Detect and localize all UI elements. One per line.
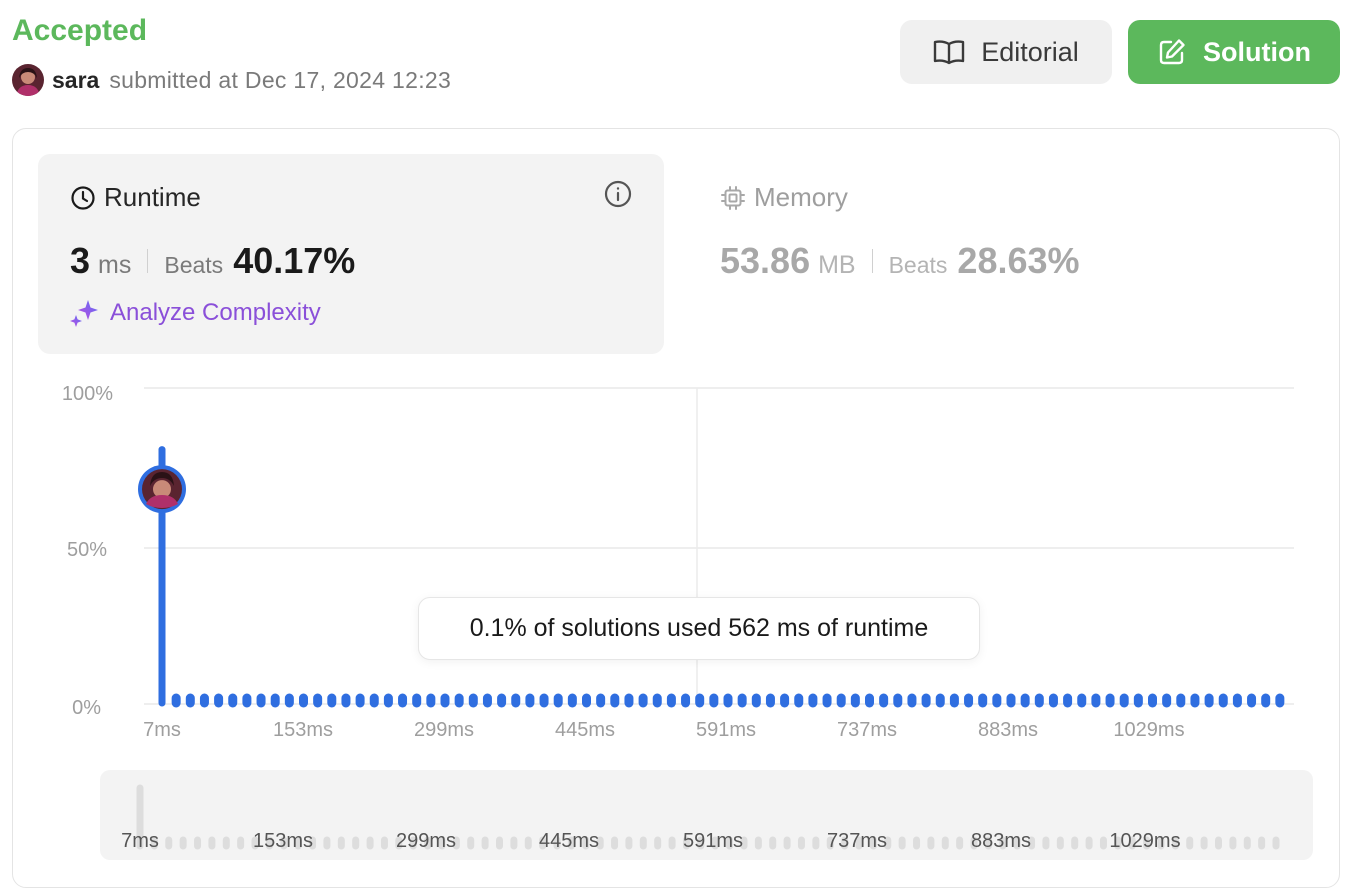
scrubber-tick-label: 883ms (971, 830, 1031, 852)
scrubber-tick-label: 1029ms (1109, 830, 1180, 852)
chart-tooltip: 0.1% of solutions used 562 ms of runtime (418, 597, 980, 660)
scrubber-tick-label: 737ms (827, 830, 887, 852)
chart-range-scrubber[interactable]: 7ms 153ms 299ms 445ms 591ms 737ms 883ms 1029ms (100, 770, 1313, 860)
y-tick-label: 100% (62, 383, 113, 405)
scrubber-tick-label: 153ms (253, 830, 313, 852)
tooltip-text: 0.1% of solutions used 562 ms of runtime (469, 614, 929, 642)
x-tick-label: 7ms (143, 719, 181, 741)
x-tick-label: 591ms (696, 719, 756, 741)
scrubber-tick-label: 7ms (121, 830, 159, 852)
x-tick-label: 1029ms (1113, 719, 1184, 741)
scrubber-tick-label: 299ms (396, 830, 456, 852)
x-tick-label: 445ms (555, 719, 615, 741)
y-tick-label: 0% (72, 697, 101, 719)
scrubber-tick-label: 445ms (539, 830, 599, 852)
scrubber-tick-label: 591ms (683, 830, 743, 852)
user-runtime-marker[interactable] (138, 465, 186, 514)
x-tick-label: 299ms (414, 719, 474, 741)
scrubber-mini-chart[interactable]: 7ms 153ms 299ms 445ms 591ms 737ms 883ms 1029ms (100, 770, 1313, 860)
y-tick-label: 50% (67, 539, 107, 561)
x-tick-label: 737ms (837, 719, 897, 741)
x-tick-label: 153ms (273, 719, 333, 741)
x-tick-label: 883ms (978, 719, 1038, 741)
